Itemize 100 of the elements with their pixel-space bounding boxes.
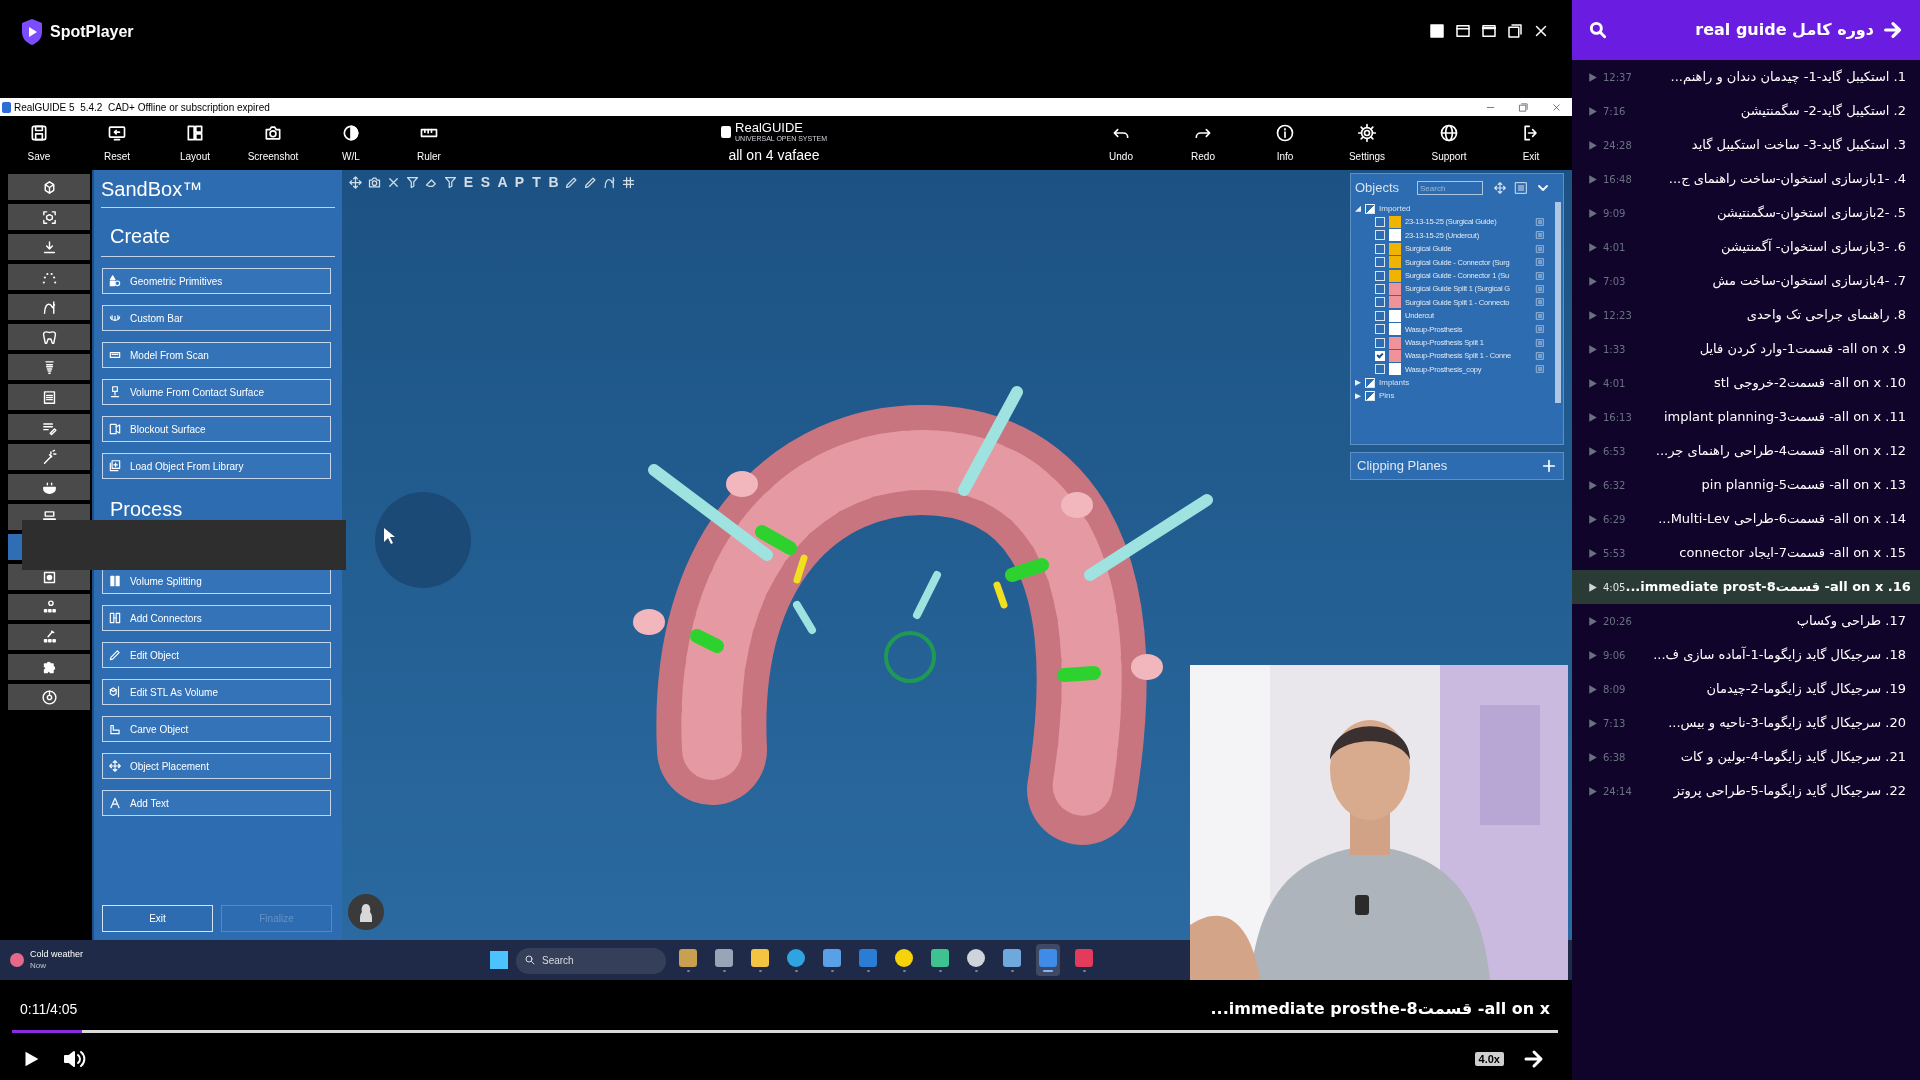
checkbox[interactable]	[1375, 217, 1385, 228]
menu-button[interactable]: Blockout Surface	[102, 416, 331, 442]
progress-track[interactable]	[12, 1030, 1558, 1033]
duration-label: 7:16	[1603, 104, 1626, 119]
menu-button[interactable]: Geometric Primitives	[102, 268, 331, 294]
head-orientation-button[interactable]	[348, 894, 384, 930]
app-icon	[751, 948, 769, 967]
search-field[interactable]: Search	[1417, 181, 1483, 195]
toolbar-button[interactable]: Support	[1408, 118, 1490, 168]
menu-button[interactable]: Carve Object	[102, 716, 331, 742]
checkbox[interactable]	[1375, 230, 1385, 241]
menu-button[interactable]: Load Object From Library	[102, 453, 331, 479]
menu-button[interactable]: Add Text	[102, 790, 331, 816]
episode-title: 5. -2بازسازی استخوان-سگمنتیشن	[1716, 204, 1906, 223]
menu-button[interactable]: Edit Object	[102, 642, 331, 668]
camera-icon[interactable]	[367, 174, 382, 190]
menu-button[interactable]: Volume Splitting	[102, 568, 331, 594]
menu-button[interactable]: Add Connectors	[102, 605, 331, 631]
taskbar-app-button[interactable]	[1036, 944, 1060, 976]
toolbar-button[interactable]: W/L	[312, 118, 390, 168]
app-icon	[895, 948, 913, 967]
menu-button[interactable]: Object Placement	[102, 753, 331, 779]
menu-icon[interactable]	[1535, 217, 1545, 228]
checkbox[interactable]	[1375, 284, 1385, 295]
menu-icon[interactable]	[1513, 180, 1529, 196]
grid-icon[interactable]	[621, 174, 636, 190]
menu-button[interactable]: Custom Bar	[102, 305, 331, 331]
toolbar-button[interactable]: Save	[0, 118, 78, 168]
toolbar-button[interactable]: Screenshot	[234, 118, 312, 168]
tree-group-label[interactable]: Imported	[1379, 202, 1411, 215]
checkbox[interactable]	[1375, 351, 1385, 361]
menu-icon[interactable]	[1535, 270, 1545, 281]
menu-icon[interactable]	[1535, 284, 1545, 295]
checkbox[interactable]	[1375, 324, 1385, 335]
tool-button[interactable]	[8, 204, 90, 230]
tree-group-label[interactable]: Pins	[1379, 390, 1395, 403]
menu-icon[interactable]	[1535, 364, 1545, 375]
toolbar-button[interactable]: Redo	[1162, 118, 1244, 168]
clipping-planes-bar[interactable]: Clipping Planes	[1350, 452, 1564, 480]
tool-button[interactable]	[8, 684, 90, 710]
checkbox[interactable]	[1375, 364, 1385, 375]
toolbar-button[interactable]: Layout	[156, 118, 234, 168]
menu-icon[interactable]	[1535, 243, 1545, 254]
menu-button[interactable]: Model From Scan	[102, 342, 331, 368]
mixed-checkbox[interactable]	[1365, 377, 1375, 388]
menu-button[interactable]: Volume From Contact Surface	[102, 379, 331, 405]
maximize-icon[interactable]	[1480, 22, 1498, 40]
toolbar-button[interactable]: Exit	[1490, 118, 1572, 168]
checkbox[interactable]	[1375, 270, 1385, 281]
window-icon[interactable]	[1454, 22, 1472, 40]
tool-button[interactable]	[8, 474, 90, 500]
arrow-right-icon[interactable]	[1882, 19, 1904, 41]
curve-icon[interactable]	[602, 174, 617, 190]
tool-button[interactable]	[8, 324, 90, 350]
mixed-checkbox[interactable]	[1365, 391, 1375, 402]
restore-icon[interactable]	[1506, 22, 1524, 40]
toolbar-button[interactable]: Info	[1244, 118, 1326, 168]
episode-title: 20. سرجیکال گاید زایگوما-3-ناحیه و بیس...	[1668, 714, 1906, 733]
toolbar-button[interactable]: Settings	[1326, 118, 1408, 168]
view-tool-button[interactable]: A	[496, 171, 509, 193]
view-tool-button[interactable]: E	[462, 171, 475, 193]
play-icon[interactable]	[1586, 580, 1599, 594]
toolbar-button[interactable]: Ruler	[390, 118, 468, 168]
tool-button[interactable]	[8, 654, 90, 680]
search-icon[interactable]	[1588, 20, 1608, 40]
plus-icon[interactable]	[1541, 458, 1557, 474]
tool-button[interactable]	[8, 174, 90, 200]
checkbox[interactable]	[1375, 310, 1385, 321]
filter-icon[interactable]	[443, 174, 458, 190]
toolbar-button[interactable]: Reset	[78, 118, 156, 168]
menu-icon[interactable]	[1535, 351, 1545, 361]
window-title: RealGUIDE 5 5.4.2 CAD+ Offline or subscription expired	[14, 100, 270, 115]
menu-icon[interactable]	[1535, 310, 1545, 321]
square-icon[interactable]	[1428, 22, 1446, 40]
checkbox[interactable]	[1375, 337, 1385, 348]
episode-title: 19. سرجیکال گاید زایگوما-2-چیدمان	[1706, 680, 1906, 699]
filter-icon[interactable]	[405, 174, 420, 190]
menu-icon[interactable]	[1535, 324, 1545, 335]
menu-icon[interactable]	[1535, 257, 1545, 268]
menu-icon[interactable]	[1535, 337, 1545, 348]
menu-icon[interactable]	[1535, 230, 1545, 241]
toolbar-button[interactable]: Undo	[1080, 118, 1162, 168]
menu-button[interactable]: Edit STL As Volume	[102, 679, 331, 705]
view-tool-button[interactable]: T	[530, 171, 543, 193]
view-tool-button[interactable]: B	[547, 171, 560, 193]
checkbox[interactable]	[1375, 257, 1385, 268]
mixed-checkbox[interactable]	[1365, 203, 1375, 214]
checkbox[interactable]	[1375, 243, 1385, 254]
tool-button[interactable]	[8, 384, 90, 410]
move-icon[interactable]	[348, 174, 363, 190]
move-icon[interactable]	[1493, 181, 1507, 195]
speed-button[interactable]: 4.0x	[1474, 1052, 1504, 1066]
start-icon[interactable]	[490, 951, 508, 969]
dialog-button[interactable]: Exit	[102, 905, 213, 932]
view-tool-button[interactable]: S	[479, 171, 492, 193]
tree-group-label[interactable]: Implants	[1379, 376, 1410, 389]
checkbox[interactable]	[1375, 297, 1385, 308]
view-tool-button[interactable]: P	[513, 171, 526, 193]
tool-button[interactable]	[8, 414, 90, 440]
menu-icon[interactable]	[1535, 297, 1545, 308]
